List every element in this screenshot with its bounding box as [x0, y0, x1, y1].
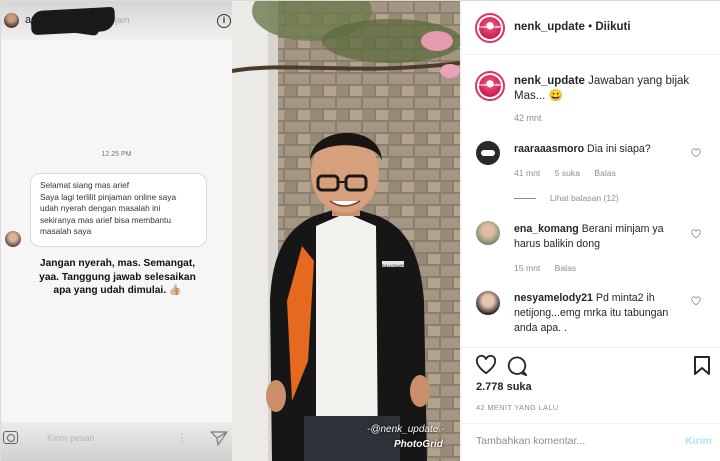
post-header: nenk_update nenk_update • Diikuti [461, 1, 720, 55]
caption: nenk_update Jawaban yang bijak Mas... 😀 [514, 74, 714, 104]
heart-icon[interactable] [475, 355, 497, 375]
like-comment-icon[interactable] [691, 229, 701, 239]
photo-watermark-user: -@nenk_update - [367, 424, 445, 435]
post-photo: BILLIONAIRE'S [232, 1, 460, 461]
like-comment-icon[interactable] [691, 296, 701, 306]
caption-username[interactable]: nenk_update [514, 75, 585, 87]
message-bubble: Selamat siang mas arief Saya lagi terlil… [30, 173, 207, 247]
message-line: udah nyerah dengan masalah ini [40, 203, 161, 214]
caption-avatar[interactable]: nenk_update [475, 71, 505, 101]
caption-time: 42 mnt [514, 113, 542, 123]
reply-line: Jangan nyerah, mas. Semangat, [39, 258, 196, 269]
story-avatar [4, 13, 19, 28]
comment-username[interactable]: raaraaasmoro [514, 143, 584, 155]
camera-icon[interactable] [3, 431, 18, 444]
comment-icon[interactable] [506, 355, 528, 377]
message-line: Saya lagi terlilit pinjaman online saya [40, 191, 177, 202]
likes-count[interactable]: 2.778 suka [476, 381, 532, 393]
message-line: Selamat siang mas arief [40, 180, 130, 190]
comment: raaraaasmoro Dia ini siapa? [514, 142, 684, 157]
story-screenshot: ariefmuhammadd jam i 12.25 PM Selamat si… [1, 1, 232, 461]
comment-likes[interactable]: 5 suka [555, 168, 580, 178]
view-replies-button[interactable]: Lihat balasan (12) [514, 193, 619, 203]
header-separator: • [588, 21, 593, 33]
comment-input[interactable]: Tambahkan komentar... [476, 435, 585, 447]
comment-username[interactable]: ena_komang [514, 223, 579, 235]
comment-text: Dia ini siapa? [587, 143, 651, 155]
message-line: sekiranya mas arief bisa membantu [40, 214, 171, 225]
reply-line: yaa. Tanggung jawab selesaikan [39, 271, 196, 283]
chat-timestamp: 12.25 PM [101, 151, 132, 158]
story-footer [1, 422, 232, 461]
comment-time: 41 mnt [514, 168, 541, 178]
header-username[interactable]: nenk_update [514, 21, 585, 33]
avatar-text: nenk_update [478, 82, 503, 87]
message-line: masalah saya [40, 226, 92, 237]
story-reply-text: Jangan nyerah, mas. Semangat, yaa. Tangg… [15, 257, 220, 298]
post-comment-button[interactable]: Kirim [685, 435, 712, 447]
post-panel: nenk_update nenk_update • Diikuti nenk_u… [460, 1, 720, 461]
photo-illustration: BILLIONAIRE'S [232, 1, 460, 461]
comment-avatar[interactable] [476, 291, 500, 315]
comment-time: 15 mnt [514, 263, 541, 273]
post-frame: ariefmuhammadd jam i 12.25 PM Selamat si… [0, 0, 720, 461]
header-avatar[interactable]: nenk_update [475, 13, 505, 43]
more-options-icon[interactable]: ⋮ [177, 433, 187, 444]
comment-username[interactable]: nesyamelody21 [514, 292, 593, 304]
shirt-tag: BILLIONAIRE'S [382, 263, 410, 268]
reply-button[interactable]: Balas [594, 168, 616, 178]
header-username-row: nenk_update • Diikuti [514, 21, 631, 33]
avatar-text: nenk_update [478, 24, 503, 29]
comment-avatar[interactable] [476, 221, 500, 245]
bookmark-icon[interactable] [693, 355, 711, 376]
message-input[interactable]: Kirim pesan [47, 433, 95, 443]
comment: ena_komang Berani minjam ya harus baliki… [514, 222, 684, 252]
send-icon[interactable] [210, 430, 228, 446]
comment-meta: 41 mnt 5 suka Balas [514, 168, 628, 178]
story-time: jam [115, 15, 130, 25]
follow-status-button[interactable]: Diikuti [595, 21, 630, 33]
photo-watermark-app: PhotoGrid [394, 439, 443, 450]
comment: nesyamelody21 Pd minta2 ih netijong...em… [514, 291, 684, 336]
comment-meta: 15 mnt Balas [514, 263, 588, 273]
post-time-ago: 42 MENIT YANG LALU [476, 403, 559, 412]
info-icon[interactable]: i [217, 14, 231, 28]
sender-avatar [5, 231, 21, 247]
comment-avatar[interactable] [476, 141, 500, 165]
reply-button[interactable]: Balas [555, 263, 577, 273]
like-comment-icon[interactable] [691, 148, 701, 158]
reply-line: apa yang udah dimulai. 👍🏼 [53, 285, 182, 297]
